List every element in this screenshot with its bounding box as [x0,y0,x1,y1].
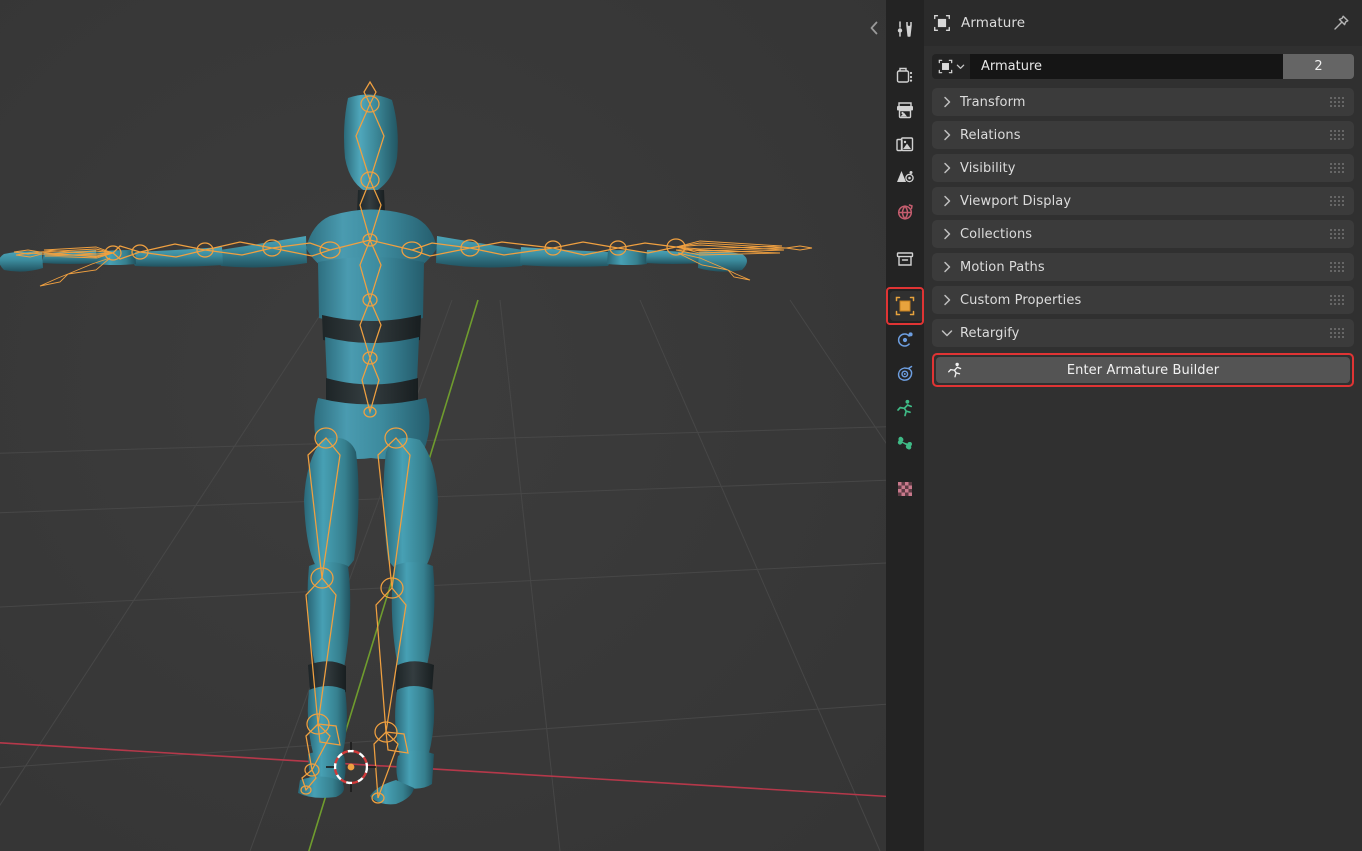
grip-dots-icon[interactable] [1330,163,1344,174]
tab-object-data[interactable] [890,393,920,423]
datablock-users-count[interactable]: 2 [1283,54,1354,79]
panel-title: Relations [960,128,1021,143]
object-square-icon [932,13,952,33]
panel-header-custom-properties[interactable]: Custom Properties [932,286,1354,314]
properties-header: Armature [924,0,1362,46]
panel-header-viewport-display[interactable]: Viewport Display [932,187,1354,215]
panel-retargify: Retargify [932,319,1354,387]
panel-transform: Transform [932,88,1354,116]
tab-tool[interactable] [890,14,920,44]
panel-collections: Collections [932,220,1354,248]
properties-panels: Armature 2 Transform [924,46,1362,851]
panel-title: Retargify [960,326,1019,341]
panel-header-retargify[interactable]: Retargify [932,319,1354,347]
panel-title: Motion Paths [960,260,1045,275]
grip-dots-icon[interactable] [1330,229,1344,240]
tab-physics[interactable] [890,359,920,389]
panel-title: Transform [960,95,1026,110]
viewport-background [0,0,886,851]
chevron-right-icon [940,293,954,307]
object-square-icon [937,58,954,75]
datablock-browse-button[interactable] [932,54,970,79]
chevron-down-icon [956,62,965,71]
chevron-right-icon [940,161,954,175]
panel-relations: Relations [932,121,1354,149]
chevron-right-icon [940,128,954,142]
chevron-right-icon [940,194,954,208]
tab-modifiers[interactable] [890,325,920,355]
panel-body-retargify: Enter Armature Builder [932,347,1354,387]
panel-header-collections[interactable]: Collections [932,220,1354,248]
tab-scene[interactable] [890,163,920,193]
tab-view-layer[interactable] [890,129,920,159]
grip-dots-icon[interactable] [1330,328,1344,339]
panel-title: Visibility [960,161,1015,176]
panel-title: Viewport Display [960,194,1071,209]
panel-header-motion-paths[interactable]: Motion Paths [932,253,1354,281]
grip-dots-icon[interactable] [1330,262,1344,273]
panel-header-visibility[interactable]: Visibility [932,154,1354,182]
tab-collection[interactable] [890,244,920,274]
properties-editor: Armature [886,0,1362,851]
pin-icon[interactable] [1330,12,1352,34]
panel-custom-properties: Custom Properties [932,286,1354,314]
properties-content: Armature [924,0,1362,851]
datablock-name-field[interactable]: Armature [970,54,1283,79]
enter-armature-builder-label: Enter Armature Builder [936,363,1350,378]
blender-window: Armature [0,0,1362,851]
breadcrumb: Armature [961,15,1025,31]
chevron-right-icon [940,227,954,241]
panel-title: Custom Properties [960,293,1081,308]
chevron-down-icon [940,326,954,340]
chevron-left-icon[interactable] [867,18,881,38]
armature-runner-icon [946,361,964,379]
3d-viewport[interactable] [0,0,886,851]
tab-bone[interactable] [890,427,920,457]
grip-dots-icon[interactable] [1330,196,1344,207]
tab-output[interactable] [890,95,920,125]
tab-render[interactable] [890,61,920,91]
panel-viewport-display: Viewport Display [932,187,1354,215]
tab-world[interactable] [890,197,920,227]
enter-armature-builder-button[interactable]: Enter Armature Builder [936,357,1350,383]
grip-dots-icon[interactable] [1330,97,1344,108]
panel-motion-paths: Motion Paths [932,253,1354,281]
panel-header-transform[interactable]: Transform [932,88,1354,116]
chevron-right-icon [940,260,954,274]
panel-title: Collections [960,227,1032,242]
datablock-row: Armature 2 [932,54,1354,79]
chevron-right-icon [940,95,954,109]
properties-tab-strip [886,0,924,851]
grip-dots-icon[interactable] [1330,295,1344,306]
panel-header-relations[interactable]: Relations [932,121,1354,149]
tab-object[interactable] [890,291,920,321]
tab-texture[interactable] [890,474,920,504]
grip-dots-icon[interactable] [1330,130,1344,141]
panel-visibility: Visibility [932,154,1354,182]
